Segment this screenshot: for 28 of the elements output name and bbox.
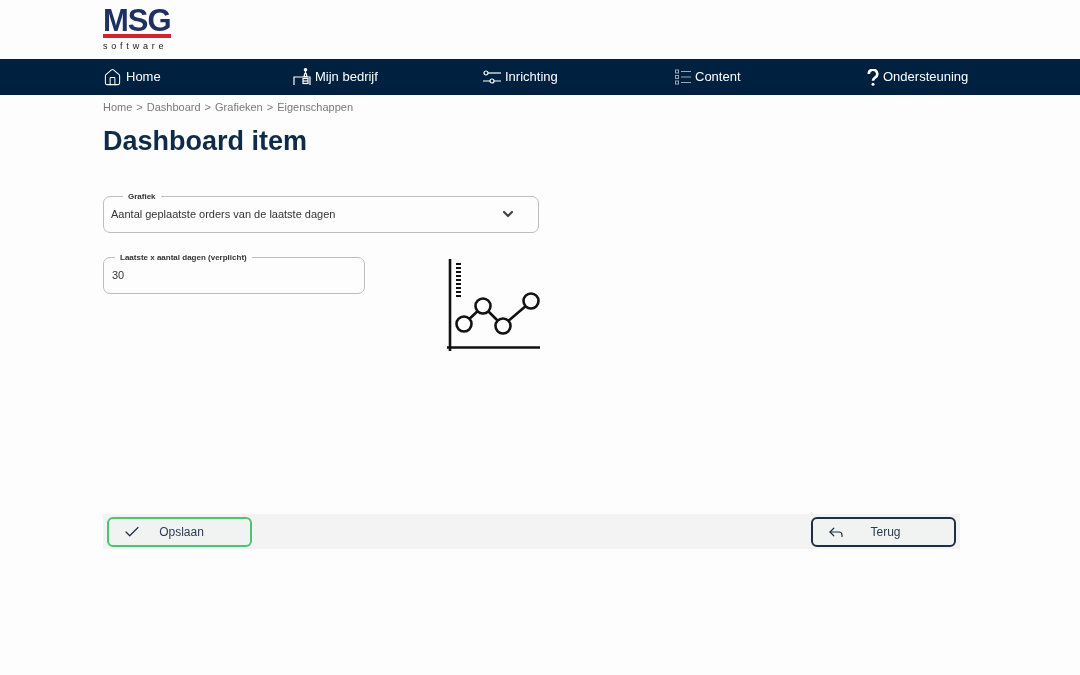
days-input-field[interactable]: Laatste x aantal dagen (verplicht) 30	[103, 253, 365, 294]
breadcrumb-separator: >	[136, 100, 143, 114]
field-label: Laatste x aantal dagen (verplicht)	[119, 253, 248, 262]
breadcrumb-link[interactable]: Home	[103, 100, 133, 114]
breadcrumb-separator: >	[266, 100, 274, 114]
input-value: 30	[112, 267, 125, 283]
back-button[interactable]: Terug	[811, 516, 956, 547]
logo-wordmark: MSG	[103, 8, 171, 38]
field-label: Grafiek	[127, 192, 157, 201]
chart-dropdown[interactable]: Grafiek Aantal geplaatste orders van de laatste dagen	[103, 192, 539, 233]
nav-link[interactable]: Content	[675, 67, 741, 87]
nav-link[interactable]: Mijn bedrijf	[293, 67, 378, 87]
breadcrumb-separator: >	[204, 100, 212, 114]
logo-tagline: software	[103, 41, 168, 51]
dropdown-value: Aantal geplaatste orders van de laatste dagen	[111, 206, 337, 222]
nav-link[interactable]: Home	[103, 67, 161, 87]
sliders-icon	[483, 69, 501, 85]
save-button[interactable]: Opslaan	[107, 516, 252, 547]
nav-link[interactable]: Ondersteuning	[867, 67, 969, 87]
page-title: Dashboard item	[103, 125, 308, 157]
desk-lamp-icon	[293, 68, 311, 86]
help-icon	[867, 68, 879, 86]
breadcrumb-link[interactable]: Eigenschappen	[277, 100, 354, 114]
list-icon	[675, 69, 691, 85]
nav-link[interactable]: Inrichting	[483, 67, 558, 87]
breadcrumb-link[interactable]: Grafieken	[215, 100, 263, 114]
breadcrumb-link[interactable]: Dashboard	[146, 100, 201, 114]
home-icon	[103, 67, 122, 87]
